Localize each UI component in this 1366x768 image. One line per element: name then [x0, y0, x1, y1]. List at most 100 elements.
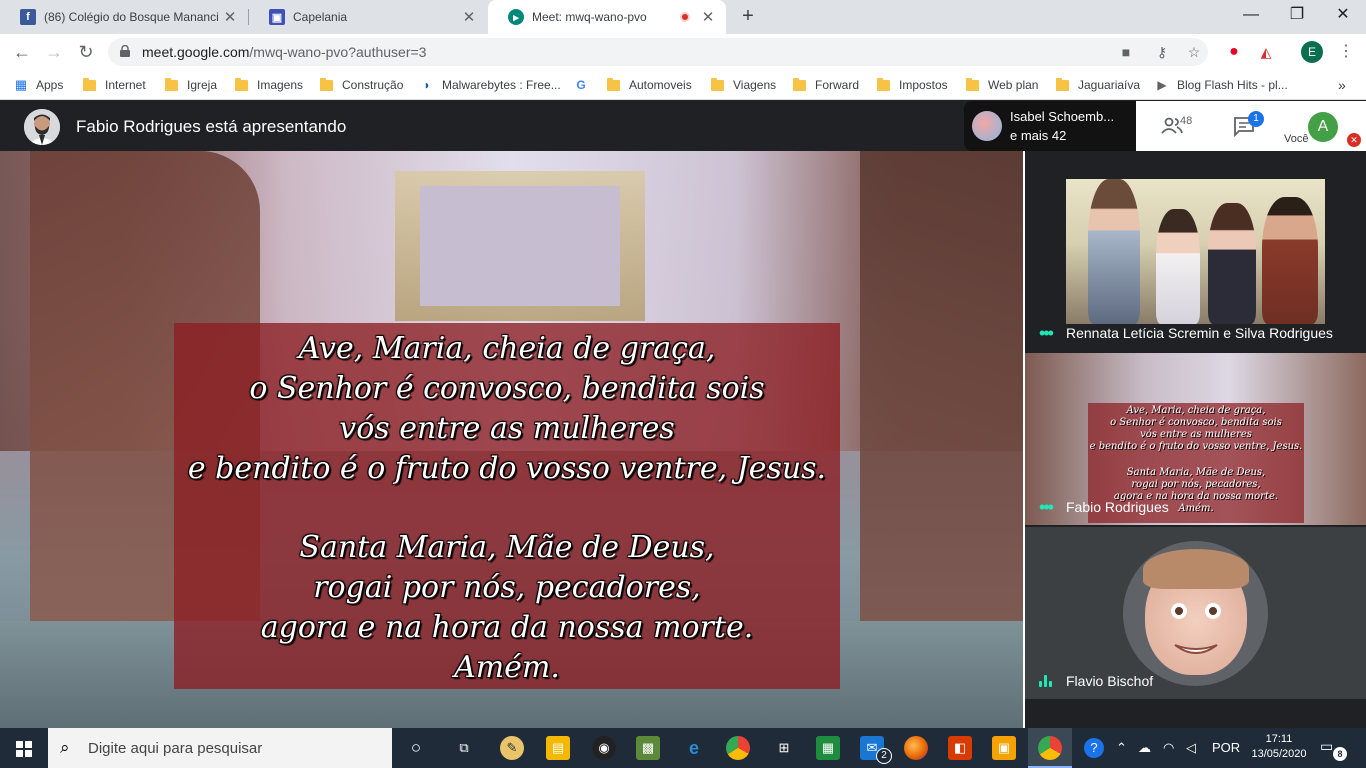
- play-icon: ▶: [1157, 78, 1167, 92]
- bookmark-blog-flash-hits[interactable]: ▶ Blog Flash Hits - pl...: [1155, 75, 1287, 95]
- acrobat-icon[interactable]: ◭: [1256, 42, 1276, 62]
- mini-prayer-line: rogai por nós, pecadores,: [1131, 479, 1261, 490]
- prayer-line: rogai por nós, pecadores,: [313, 570, 701, 605]
- bookmark-imagens[interactable]: Imagens: [235, 75, 303, 95]
- menu-icon[interactable]: ⋮: [1336, 42, 1356, 62]
- wifi-icon[interactable]: ◠: [1163, 740, 1174, 756]
- minecraft-icon[interactable]: ▩: [636, 736, 660, 760]
- bookmark-construcao[interactable]: Construção: [320, 75, 403, 95]
- apps-icon: ▦: [14, 77, 28, 92]
- participants-summary[interactable]: Isabel Schoemb... e mais 42: [964, 101, 1136, 151]
- folder-icon: [877, 77, 890, 91]
- reload-button[interactable]: ↻: [74, 40, 98, 64]
- bookmark-label: Impostos: [899, 78, 948, 92]
- participant-avatar: [1123, 541, 1268, 686]
- bookmark-viagens[interactable]: Viagens: [711, 75, 776, 95]
- new-tab-button[interactable]: +: [737, 5, 759, 27]
- participant-tile[interactable]: Flavio Bischof: [1025, 527, 1366, 699]
- prayer-line: Amém.: [454, 650, 560, 685]
- close-tab-icon[interactable]: ✕: [222, 8, 238, 26]
- participant-tile[interactable]: ••• Rennata Letícia Scremin e Silva Rodr…: [1025, 151, 1366, 351]
- people-count: 48: [1180, 115, 1193, 127]
- url-path: /mwq-wano-pvo?authuser=3: [249, 44, 427, 60]
- bookmark-igreja[interactable]: Igreja: [165, 75, 217, 95]
- word-icon[interactable]: ▣: [992, 736, 1016, 760]
- star-icon[interactable]: ☆: [1184, 42, 1204, 62]
- clock[interactable]: 17:11 13/05/2020: [1251, 732, 1307, 762]
- back-button[interactable]: ←: [10, 40, 34, 64]
- participant-name: Isabel Schoemb...: [1010, 109, 1115, 124]
- close-window-button[interactable]: ✕: [1320, 0, 1366, 30]
- camera-icon[interactable]: ■: [1116, 42, 1136, 62]
- prayer-line: e bendito é o fruto do vosso ventre, Jes…: [187, 451, 827, 486]
- close-tab-icon[interactable]: ✕: [700, 8, 716, 26]
- site-icon: ▣: [269, 9, 285, 25]
- webcam-app-icon[interactable]: ◉: [592, 736, 616, 760]
- windows-icon: [16, 741, 32, 757]
- pew-right: [860, 151, 1023, 621]
- volume-icon[interactable]: ◁: [1186, 740, 1196, 756]
- profile-avatar[interactable]: E: [1301, 41, 1323, 63]
- self-avatar[interactable]: A: [1308, 112, 1338, 142]
- close-tab-icon[interactable]: ✕: [461, 8, 477, 26]
- bookmark-label: Web plan: [988, 78, 1039, 92]
- taskbar-chrome-active[interactable]: [1028, 728, 1072, 768]
- minimize-button[interactable]: —: [1228, 0, 1274, 30]
- forward-button[interactable]: →: [42, 40, 66, 64]
- mini-prayer-line: e bendito é o fruto do vosso ventre, Jes…: [1089, 441, 1303, 452]
- edge-icon[interactable]: e: [682, 736, 706, 760]
- address-bar[interactable]: meet.google.com/mwq-wano-pvo?authuser=3 …: [108, 38, 1208, 66]
- browser-toolbar: ← → ↻ meet.google.com/mwq-wano-pvo?authu…: [0, 34, 1366, 70]
- folder-icon: [1056, 77, 1069, 91]
- participant-avatar: [972, 111, 1002, 141]
- mic-off-icon: ✕: [1347, 133, 1361, 147]
- bookmark-jaguariaiva[interactable]: Jaguariaíva: [1056, 75, 1140, 95]
- bookmark-google[interactable]: G: [574, 75, 596, 95]
- participant-tile[interactable]: Ave, Maria, cheia de graça, o Senhor é c…: [1025, 353, 1366, 525]
- prayer-line: agora e na hora da nossa morte.: [260, 610, 754, 645]
- office-icon[interactable]: ◧: [948, 736, 972, 760]
- bookmark-forward[interactable]: Forward: [793, 75, 859, 95]
- more-options-icon[interactable]: •••: [1039, 324, 1057, 342]
- mail-badge: 2: [876, 748, 892, 764]
- tab-capelania[interactable]: ▣ Capelania ✕: [249, 0, 487, 34]
- tab-title: Meet: mwq-wano-pvo: [532, 10, 647, 24]
- more-options-icon[interactable]: •••: [1039, 498, 1057, 516]
- url-host: meet.google.com: [142, 44, 250, 60]
- bookmark-label: Jaguariaíva: [1078, 78, 1141, 92]
- presenting-title: Fabio Rodrigues está apresentando: [76, 117, 347, 136]
- store-icon[interactable]: ⊞: [772, 736, 796, 760]
- google-icon: G: [576, 78, 586, 92]
- file-explorer-icon[interactable]: ▤: [546, 736, 570, 760]
- bookmark-web-plan[interactable]: Web plan: [966, 75, 1038, 95]
- bookmark-automoveis[interactable]: Automoveis: [607, 75, 692, 95]
- start-button[interactable]: [0, 728, 48, 768]
- mini-prayer-line: o Senhor é convosco, bendita sois: [1110, 417, 1282, 428]
- cortana-icon[interactable]: ○: [404, 736, 428, 760]
- facebook-icon: f: [20, 9, 36, 25]
- firefox-icon[interactable]: [904, 736, 928, 760]
- more-bookmarks-button[interactable]: »: [1338, 75, 1346, 95]
- bookmark-internet[interactable]: Internet: [83, 75, 146, 95]
- onedrive-icon[interactable]: ☁: [1138, 740, 1151, 756]
- language-indicator[interactable]: POR: [1212, 740, 1240, 755]
- taskbar-search[interactable]: ⌕ Digite aqui para pesquisar: [48, 728, 392, 768]
- clock-time: 17:11: [1265, 733, 1293, 745]
- chrome-icon[interactable]: [726, 736, 750, 760]
- key-icon[interactable]: ⚷: [1152, 42, 1172, 62]
- bookmark-apps[interactable]: ▦ Apps: [14, 75, 64, 95]
- tab-facebook[interactable]: f (86) Colégio do Bosque Mananci ✕: [0, 0, 248, 34]
- pinterest-icon[interactable]: ●: [1224, 42, 1244, 62]
- help-icon[interactable]: ?: [1084, 738, 1104, 758]
- paint-icon[interactable]: ✎: [500, 736, 524, 760]
- sheets-icon[interactable]: ▦: [816, 736, 840, 760]
- prayer-text-box: Ave, Maria, cheia de graça, o Senhor é c…: [174, 323, 840, 689]
- restore-button[interactable]: ❐: [1274, 0, 1320, 30]
- bookmark-malwarebytes[interactable]: ◗ Malwarebytes : Free...: [420, 75, 560, 95]
- bookmark-impostos[interactable]: Impostos: [877, 75, 948, 95]
- recording-icon: [680, 12, 690, 22]
- folder-icon: [966, 77, 979, 91]
- show-hidden-icons[interactable]: ⌃: [1116, 740, 1127, 756]
- tab-meet[interactable]: ▸ Meet: mwq-wano-pvo ✕: [488, 0, 726, 34]
- task-view-icon[interactable]: ⧉: [452, 736, 476, 760]
